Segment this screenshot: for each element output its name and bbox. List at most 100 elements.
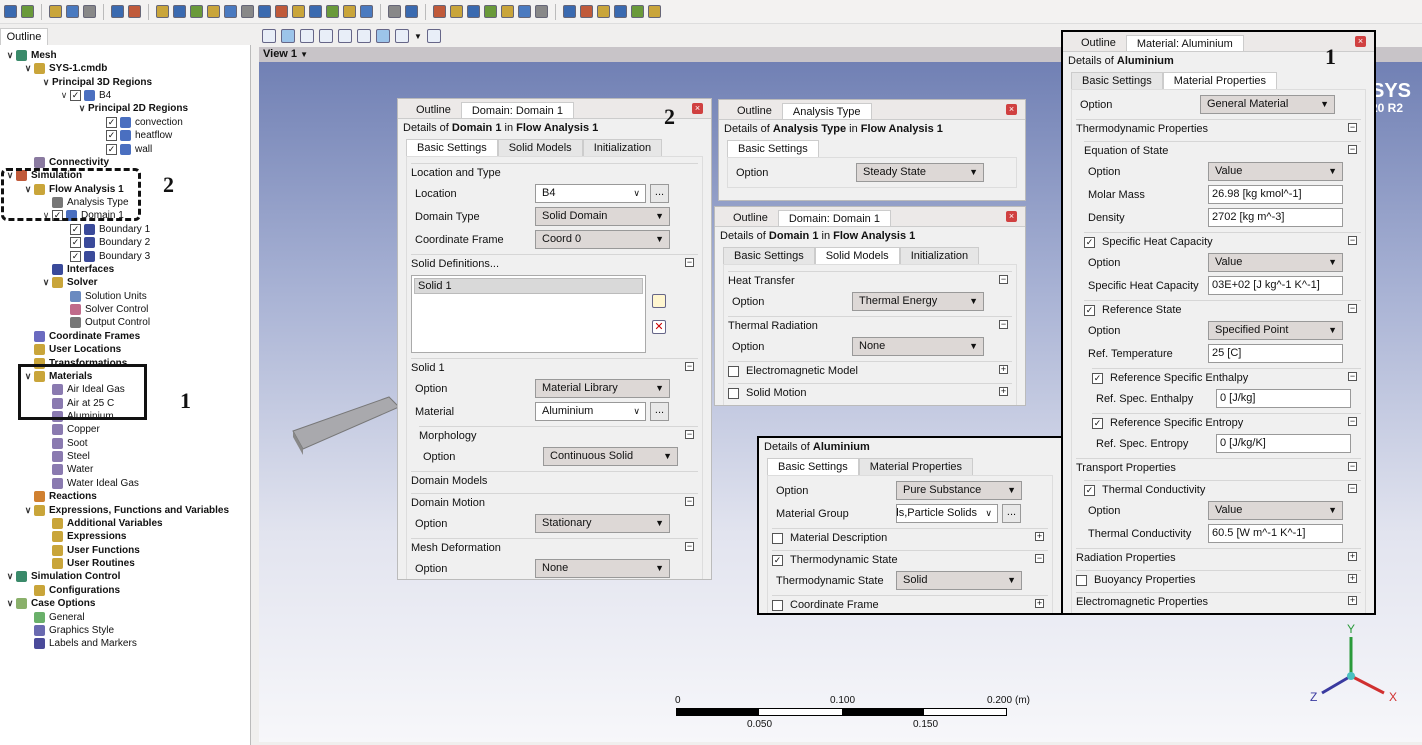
expand-icon[interactable]: + xyxy=(1035,532,1044,541)
chevron-down-icon[interactable]: ▼ xyxy=(1328,502,1337,519)
tab-outline[interactable]: Outline xyxy=(1071,35,1126,51)
group-checkbox[interactable] xyxy=(772,599,783,611)
tree-item[interactable]: Configurations xyxy=(22,584,120,597)
copy-icon[interactable] xyxy=(648,5,661,18)
dropdown[interactable]: Material Library ▼ xyxy=(535,379,670,398)
redo-icon[interactable] xyxy=(128,5,141,18)
tree-item[interactable]: Water xyxy=(40,463,93,476)
tree-item[interactable]: Expressions xyxy=(40,530,126,543)
tab-basic-settings[interactable]: Basic Settings xyxy=(723,247,815,264)
dropdown[interactable]: Aluminium ∨ xyxy=(535,402,646,421)
reaction-icon[interactable] xyxy=(292,5,305,18)
chevron-down-icon[interactable]: ▼ xyxy=(663,448,672,465)
group-checkbox[interactable] xyxy=(1076,574,1087,586)
timer-icon[interactable] xyxy=(388,5,401,18)
tree-item[interactable]: Soot xyxy=(40,437,88,450)
tree-item[interactable]: ✓ Boundary 1 xyxy=(58,223,150,236)
rotate-icon[interactable] xyxy=(281,29,295,43)
tree-item[interactable]: ✓ Boundary 3 xyxy=(58,250,150,263)
zoom-icon[interactable] xyxy=(319,29,333,43)
browse-button[interactable]: ... xyxy=(650,184,669,203)
visibility-checkbox[interactable]: ✓ xyxy=(70,237,81,249)
zoom-box-icon[interactable] xyxy=(338,29,352,43)
refresh-icon[interactable] xyxy=(21,5,34,18)
chevron-down-icon[interactable]: ∨ xyxy=(633,403,640,420)
tab-outline[interactable]: Outline xyxy=(0,28,48,45)
expand-icon[interactable]: + xyxy=(1348,596,1357,605)
browse-button[interactable]: ... xyxy=(1002,504,1021,523)
chevron-down-icon[interactable]: ∨ xyxy=(58,89,70,102)
group-checkbox[interactable] xyxy=(728,365,739,377)
close-icon[interactable]: × xyxy=(692,103,703,114)
dropdown[interactable]: None ▼ xyxy=(535,559,670,578)
chevron-down-icon[interactable]: ▼ xyxy=(655,380,664,397)
chevron-down-icon[interactable]: ▼ xyxy=(655,208,664,225)
tree-item[interactable]: ∨ ✓ B4 xyxy=(58,89,111,102)
tab-material-properties[interactable]: Material Properties xyxy=(1162,72,1278,89)
chevron-down-icon[interactable]: ▼ xyxy=(969,164,978,181)
dropdown[interactable]: Value ▼ xyxy=(1208,162,1343,181)
tree-item[interactable]: Steel xyxy=(40,450,90,463)
subdomain-icon[interactable] xyxy=(467,5,480,18)
open-folder-icon[interactable] xyxy=(156,5,169,18)
expand-icon[interactable]: + xyxy=(999,365,1008,374)
tree-item[interactable]: ∨ Mesh xyxy=(4,49,57,62)
tree-item[interactable]: Connectivity xyxy=(22,156,109,169)
chevron-down-icon[interactable]: ▼ xyxy=(1328,163,1337,180)
visibility-checkbox[interactable]: ✓ xyxy=(106,116,117,128)
text-input[interactable]: 0 [J/kg/K] xyxy=(1216,434,1351,453)
fit-view-icon[interactable] xyxy=(376,29,390,43)
text-input[interactable]: 0 [J/kg] xyxy=(1216,389,1351,408)
chevron-down-icon[interactable]: ▼ xyxy=(655,560,664,577)
chevron-down-icon[interactable]: ▼ xyxy=(1328,322,1337,339)
collapse-icon[interactable]: − xyxy=(1348,145,1357,154)
text-input[interactable]: 26.98 [kg kmol^-1] xyxy=(1208,185,1343,204)
collapse-icon[interactable]: − xyxy=(999,275,1008,284)
chevron-down-icon[interactable]: ▼ xyxy=(969,293,978,310)
visibility-checkbox[interactable]: ✓ xyxy=(70,223,81,235)
table-icon[interactable] xyxy=(326,5,339,18)
tab-solid-models[interactable]: Solid Models xyxy=(497,139,583,156)
tree-item[interactable]: ∨ SYS-1.cmdb xyxy=(22,62,107,75)
volume-icon[interactable] xyxy=(258,5,271,18)
tab-basic-settings[interactable]: Basic Settings xyxy=(406,139,498,156)
tab-domain-domain-1[interactable]: Domain: Domain 1 xyxy=(460,102,574,118)
tree-item[interactable]: ∨ Principal 2D Regions xyxy=(76,102,188,115)
text-input[interactable]: 03E+02 [J kg^-1 K^-1] xyxy=(1208,276,1343,295)
dropdown[interactable]: None ▼ xyxy=(852,337,984,356)
tree-item[interactable]: ∨ Principal 3D Regions xyxy=(40,76,152,89)
tree-item[interactable]: User Locations xyxy=(22,343,121,356)
chevron-down-icon[interactable]: ▼ xyxy=(969,338,978,355)
coordinate-frame-icon[interactable] xyxy=(535,5,548,18)
add-icon[interactable] xyxy=(652,294,666,308)
grid-icon[interactable] xyxy=(631,5,644,18)
tab-material-properties[interactable]: Material Properties xyxy=(858,458,974,475)
chevron-down-icon[interactable]: ▼ xyxy=(414,32,422,41)
solver-manager-icon[interactable] xyxy=(405,5,418,18)
function-icon[interactable] xyxy=(360,5,373,18)
delete-icon[interactable]: ✕ xyxy=(652,320,666,334)
tree-item[interactable]: User Functions xyxy=(40,544,140,557)
report-icon[interactable] xyxy=(343,5,356,18)
collapse-icon[interactable]: − xyxy=(1348,123,1357,132)
collapse-icon[interactable]: − xyxy=(1348,417,1357,426)
tab-domain-domain-1[interactable]: Domain: Domain 1 xyxy=(777,210,891,226)
collapse-icon[interactable]: − xyxy=(685,258,694,267)
edit-mesh-icon[interactable] xyxy=(49,5,62,18)
tree-item[interactable]: Interfaces xyxy=(40,263,114,276)
select-icon[interactable] xyxy=(262,29,276,43)
collapse-icon[interactable]: − xyxy=(1348,462,1357,471)
group-checkbox[interactable]: ✓ xyxy=(1084,304,1095,316)
tree-item[interactable]: General xyxy=(22,611,85,624)
domain-icon[interactable] xyxy=(173,5,186,18)
chevron-down-icon[interactable]: ▼ xyxy=(1320,96,1329,113)
expand-icon[interactable]: + xyxy=(1348,552,1357,561)
chevron-down-icon[interactable]: ▼ xyxy=(1328,254,1337,271)
visibility-checkbox[interactable]: ✓ xyxy=(106,143,117,155)
expression-icon[interactable] xyxy=(309,5,322,18)
tree-item[interactable]: Reactions xyxy=(22,490,97,503)
tree-item[interactable]: ✓ convection xyxy=(94,116,183,129)
collapse-icon[interactable]: − xyxy=(1035,554,1044,563)
tree-item[interactable]: Labels and Markers xyxy=(22,637,137,650)
chevron-down-icon[interactable]: ∨ xyxy=(4,49,16,62)
